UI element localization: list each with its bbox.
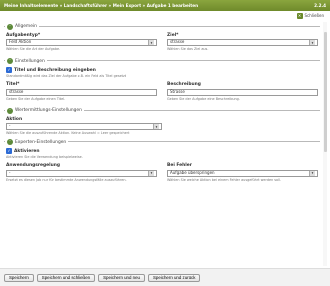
section-legend[interactable]: ˄ Einstellungen xyxy=(5,58,47,65)
aktivieren-help: Aktivieren Sie die Verwendung beispielwe… xyxy=(6,155,83,160)
aktivieren-checkbox-row[interactable]: ✓ Aktivieren xyxy=(6,148,318,155)
bei-fehler-help: Wählen Sie welche Aktion bei einem Fehle… xyxy=(167,177,282,182)
section-experten: ˄ Experten-Einstellungen ✓ Aktivieren Ak… xyxy=(4,139,320,186)
chevron-up-icon[interactable]: ˄ xyxy=(7,24,13,30)
title-bar: Meine Inhaltselemente » Landschaftsführe… xyxy=(0,0,330,11)
section-legend[interactable]: ˄ Wertermittlungs-Einstellungen xyxy=(5,107,84,114)
section-wertermittlung: ˄ Wertermittlungs-Einstellungen Aktion -… xyxy=(4,107,320,137)
ziel-help: Wählen Sie das Ziel aus. xyxy=(167,47,209,52)
close-icon[interactable]: ✕ xyxy=(296,13,303,19)
save-button[interactable]: Speichern xyxy=(4,273,34,282)
beschreibung-label: Beschreibung xyxy=(167,82,201,88)
chevron-down-icon: ▾ xyxy=(309,170,315,176)
titel-label: Titel* xyxy=(6,82,20,88)
bei-fehler-label: Bei Fehler xyxy=(167,163,192,169)
aufgabentyp-label: Aufgabentyp* xyxy=(6,33,41,38)
close-button[interactable]: Schließen xyxy=(305,13,324,19)
form-content: ˄ Allgemein Aufgabentyp* Feld Aktion ▾ W… xyxy=(4,22,320,187)
toolbar: ✕ Schließen xyxy=(0,11,330,21)
scrollbar-thumb[interactable] xyxy=(323,32,327,152)
footer-buttons: Speichern Speichern und schließen Speich… xyxy=(0,268,330,286)
aktion-help: Wählen Sie die auszuführende Aktion. Kei… xyxy=(6,131,130,136)
save-close-button[interactable]: Speichern und schließen xyxy=(36,273,96,282)
section-einstellungen: ˄ Einstellungen ✓ Titel und Beschreibung… xyxy=(4,58,320,105)
ziel-label: Ziel* xyxy=(167,33,179,38)
bei-fehler-select[interactable]: Aufgabe überspringen ▾ xyxy=(167,169,318,177)
section-legend[interactable]: ˄ Allgemein xyxy=(5,24,39,30)
section-legend[interactable]: ˄ Experten-Einstellungen xyxy=(5,139,69,146)
chevron-down-icon: ▾ xyxy=(148,40,154,46)
anwendungsregelung-help: Ersetzt es diesen Job nur für bestimmte … xyxy=(6,177,127,182)
chevron-down-icon: ▾ xyxy=(153,124,159,130)
titel-beschreibung-checkbox-row[interactable]: ✓ Titel und Beschreibung eingeben xyxy=(6,67,318,74)
chevron-up-icon[interactable]: ˄ xyxy=(7,58,13,65)
scrollbar[interactable] xyxy=(323,22,327,266)
aufgabentyp-help: Wählen Sie die Art der Aufgabe. xyxy=(6,47,61,52)
version-label: 2.2.4 xyxy=(314,2,326,8)
aufgabentyp-select[interactable]: Feld Aktion ▾ xyxy=(6,39,157,47)
checkbox-help: Standardmäßig wird das Ziel der Aufgabe … xyxy=(6,74,127,79)
beschreibung-help: Geben Sie der Aufgabe eine Beschreibung. xyxy=(167,96,240,101)
chevron-down-icon: ▾ xyxy=(309,40,315,46)
ziel-select[interactable]: strasse ▾ xyxy=(167,39,318,47)
checkbox-checked-icon[interactable]: ✓ xyxy=(6,67,12,74)
titel-input[interactable]: strasse xyxy=(6,88,157,96)
chevron-up-icon[interactable]: ˄ xyxy=(7,139,13,146)
aktion-select[interactable]: - ▾ xyxy=(6,123,162,131)
titel-help: Geben Sie der Aufgabe einen Titel. xyxy=(6,96,66,101)
checkbox-checked-icon[interactable]: ✓ xyxy=(6,148,12,155)
save-back-button[interactable]: Speichern und zurück xyxy=(147,273,201,282)
save-new-button[interactable]: Speichern und neu xyxy=(98,273,145,282)
aktion-label: Aktion xyxy=(6,116,23,122)
anwendungsregelung-label: Anwendungsregelung xyxy=(6,163,60,169)
section-allgemein: ˄ Allgemein Aufgabentyp* Feld Aktion ▾ W… xyxy=(4,24,320,56)
anwendungsregelung-select[interactable]: - ▾ xyxy=(6,169,157,177)
beschreibung-input[interactable]: Strasse xyxy=(167,88,318,96)
breadcrumb: Meine Inhaltselemente » Landschaftsführe… xyxy=(4,2,199,8)
chevron-down-icon: ▾ xyxy=(148,170,154,176)
chevron-up-icon[interactable]: ˄ xyxy=(7,107,13,114)
